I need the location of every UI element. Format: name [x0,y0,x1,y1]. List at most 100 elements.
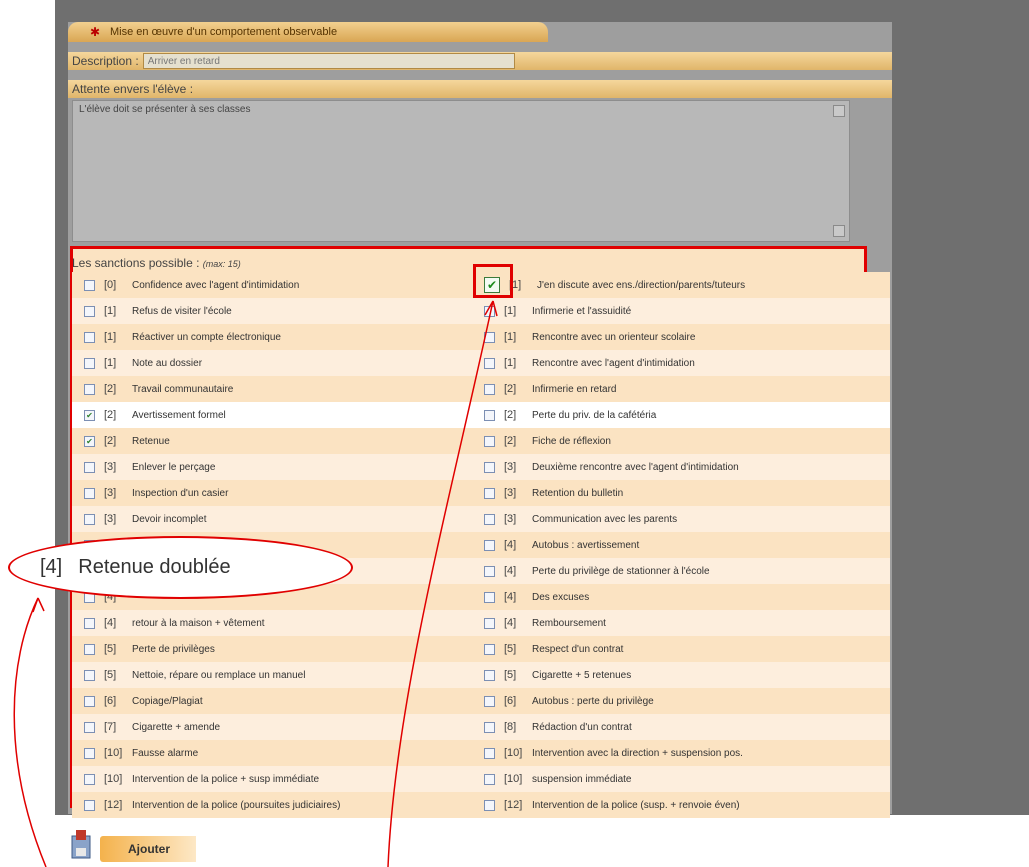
sanction-checkbox[interactable] [84,773,95,785]
sanction-label: Perte du priv. de la cafétéria [532,409,657,421]
people-icon: ✱ [90,25,101,39]
sanction-checkbox[interactable]: ✔ [84,409,95,421]
sanction-checkbox[interactable] [84,695,95,707]
callout-label: Retenue doublée [78,556,231,578]
sanction-label: Respect d'un contrat [532,643,624,655]
sanction-label: retour à la maison + vêtement [132,617,265,629]
sanction-checkbox[interactable] [484,565,495,577]
left-sanction-7: [3] Enlever le perçage [84,454,215,480]
sanction-checkbox[interactable] [484,461,495,473]
sanction-code: [2] [104,409,117,421]
table-row: [6] Copiage/Plagiat [6] Autobus : perte du … [72,688,890,714]
sanction-code: [0] [104,279,117,291]
check-icon: ✔ [86,436,93,446]
sanction-checkbox[interactable] [84,799,95,811]
right-sanction-17: [8] Rédaction d'un contrat [484,714,632,740]
right-sanction-6: [2] Fiche de réflexion [484,428,611,454]
description-field[interactable] [142,53,515,69]
sanction-checkbox[interactable] [484,721,495,733]
ajouter-group: Ajouter [66,826,196,862]
sanction-code: [3] [104,487,117,499]
description-label: Description : [72,54,139,68]
sanction-label: Confidence avec l'agent d'intimidation [132,279,300,291]
save-icon [66,826,96,862]
right-sanction-8: [3] Retention du bulletin [484,480,623,506]
right-sanction-10: [4] Autobus : avertissement [484,532,639,558]
sanction-code: [7] [104,721,117,733]
sanction-checkbox[interactable] [84,383,95,395]
table-row: [5] Perte de privilèges [5] Respect d'un co… [72,636,890,662]
sanction-checkbox[interactable] [484,747,495,759]
left-sanction-19: [10] Intervention de la police + susp imm… [84,766,319,792]
sanction-checkbox[interactable] [484,383,495,395]
sanction-label: Autobus : avertissement [532,539,640,551]
left-sanction-3: [1] Note au dossier [84,350,202,376]
sanction-checkbox[interactable] [484,669,495,681]
attente-row: Attente envers l'élève : [68,80,892,98]
sanction-label: Note au dossier [132,357,203,369]
description-row: Description : [68,52,892,70]
sanction-checkbox[interactable] [484,643,495,655]
right-sanction-18: [10] Intervention avec la direction + sus… [484,740,743,766]
table-row: [12] Intervention de la police (poursuite… [72,792,890,818]
sanction-checkbox[interactable] [484,513,495,525]
table-row: [10] Fausse alarme [10] Intervention avec l… [72,740,890,766]
attente-textarea[interactable]: L'élève doit se présenter à ses classes [72,100,850,242]
sanction-checkbox[interactable] [84,513,95,525]
table-row: [3] Inspection d'un casier [3] Retention du… [72,480,890,506]
sanction-code: [2] [104,383,117,395]
sanction-checkbox[interactable] [484,695,495,707]
sanction-checkbox[interactable] [84,305,95,317]
sanction-code: [2] [504,383,517,395]
sanction-checkbox[interactable] [484,773,495,785]
sanction-checkbox[interactable] [484,799,495,811]
right-sanction-20: [12] Intervention de la police (susp. + r… [484,792,740,818]
sanction-checkbox[interactable] [484,305,495,317]
sanction-code: [5] [504,643,517,655]
left-sanction-5: ✔ [2] Avertissement formel [84,402,226,428]
sanction-checkbox[interactable] [84,643,95,655]
sanction-code: [2] [104,435,117,447]
right-sanction-13: [4] Remboursement [484,610,606,636]
sanction-code: [4] [104,617,117,629]
ajouter-button[interactable]: Ajouter [100,836,196,862]
scroll-down-button[interactable] [833,225,845,237]
scroll-up-button[interactable] [833,105,845,117]
sanction-checkbox[interactable] [84,461,95,473]
sanction-label: Avertissement formel [132,409,226,421]
sanction-checkbox[interactable]: ✔ [84,435,95,447]
sanction-code: [4] [504,539,517,551]
sanction-checkbox[interactable] [484,409,495,421]
sanction-checkbox[interactable] [484,435,495,447]
sanction-checkbox[interactable] [84,721,95,733]
sanction-checkbox[interactable] [484,617,495,629]
sanction-label: Cigarette + 5 retenues [532,669,632,681]
sanction-checkbox[interactable] [484,539,495,551]
sanction-code: [4] [504,591,517,603]
sanction-checkbox[interactable] [484,331,495,343]
sanction-checkbox[interactable] [84,487,95,499]
sanction-label: suspension immédiate [532,773,632,785]
sanction-checkbox[interactable] [84,669,95,681]
sanction-checkbox[interactable] [84,331,95,343]
sanction-checkbox[interactable] [484,357,495,369]
table-row: [1] Refus de visiter l'école [1] Infirmerie… [72,298,890,324]
left-sanction-14: [5] Perte de privilèges [84,636,215,662]
sanction-checkbox[interactable] [84,279,95,291]
sanction-code: [1] [504,357,517,369]
left-sanction-15: [5] Nettoie, répare ou remplace un manuel [84,662,305,688]
sanction-checkbox[interactable] [484,591,495,603]
sanction-checkbox[interactable] [84,357,95,369]
sanction-label: Intervention de la police + susp immédia… [132,773,320,785]
left-sanction-17: [7] Cigarette + amende [84,714,220,740]
right-sanction-15: [5] Cigarette + 5 retenues [484,662,631,688]
sanction-checkbox[interactable] [84,747,95,759]
left-sanction-9: [3] Devoir incomplet [84,506,206,532]
sanction-code: [2] [504,409,517,421]
callout-code: [4] [40,556,63,578]
sanction-label: Rencontre avec l'agent d'intimidation [532,357,695,369]
sanction-checkbox[interactable] [84,617,95,629]
right-sanction-9: [3] Communication avec les parents [484,506,677,532]
sanctions-title: Les sanctions possible : [72,256,200,270]
sanction-checkbox[interactable] [484,487,495,499]
